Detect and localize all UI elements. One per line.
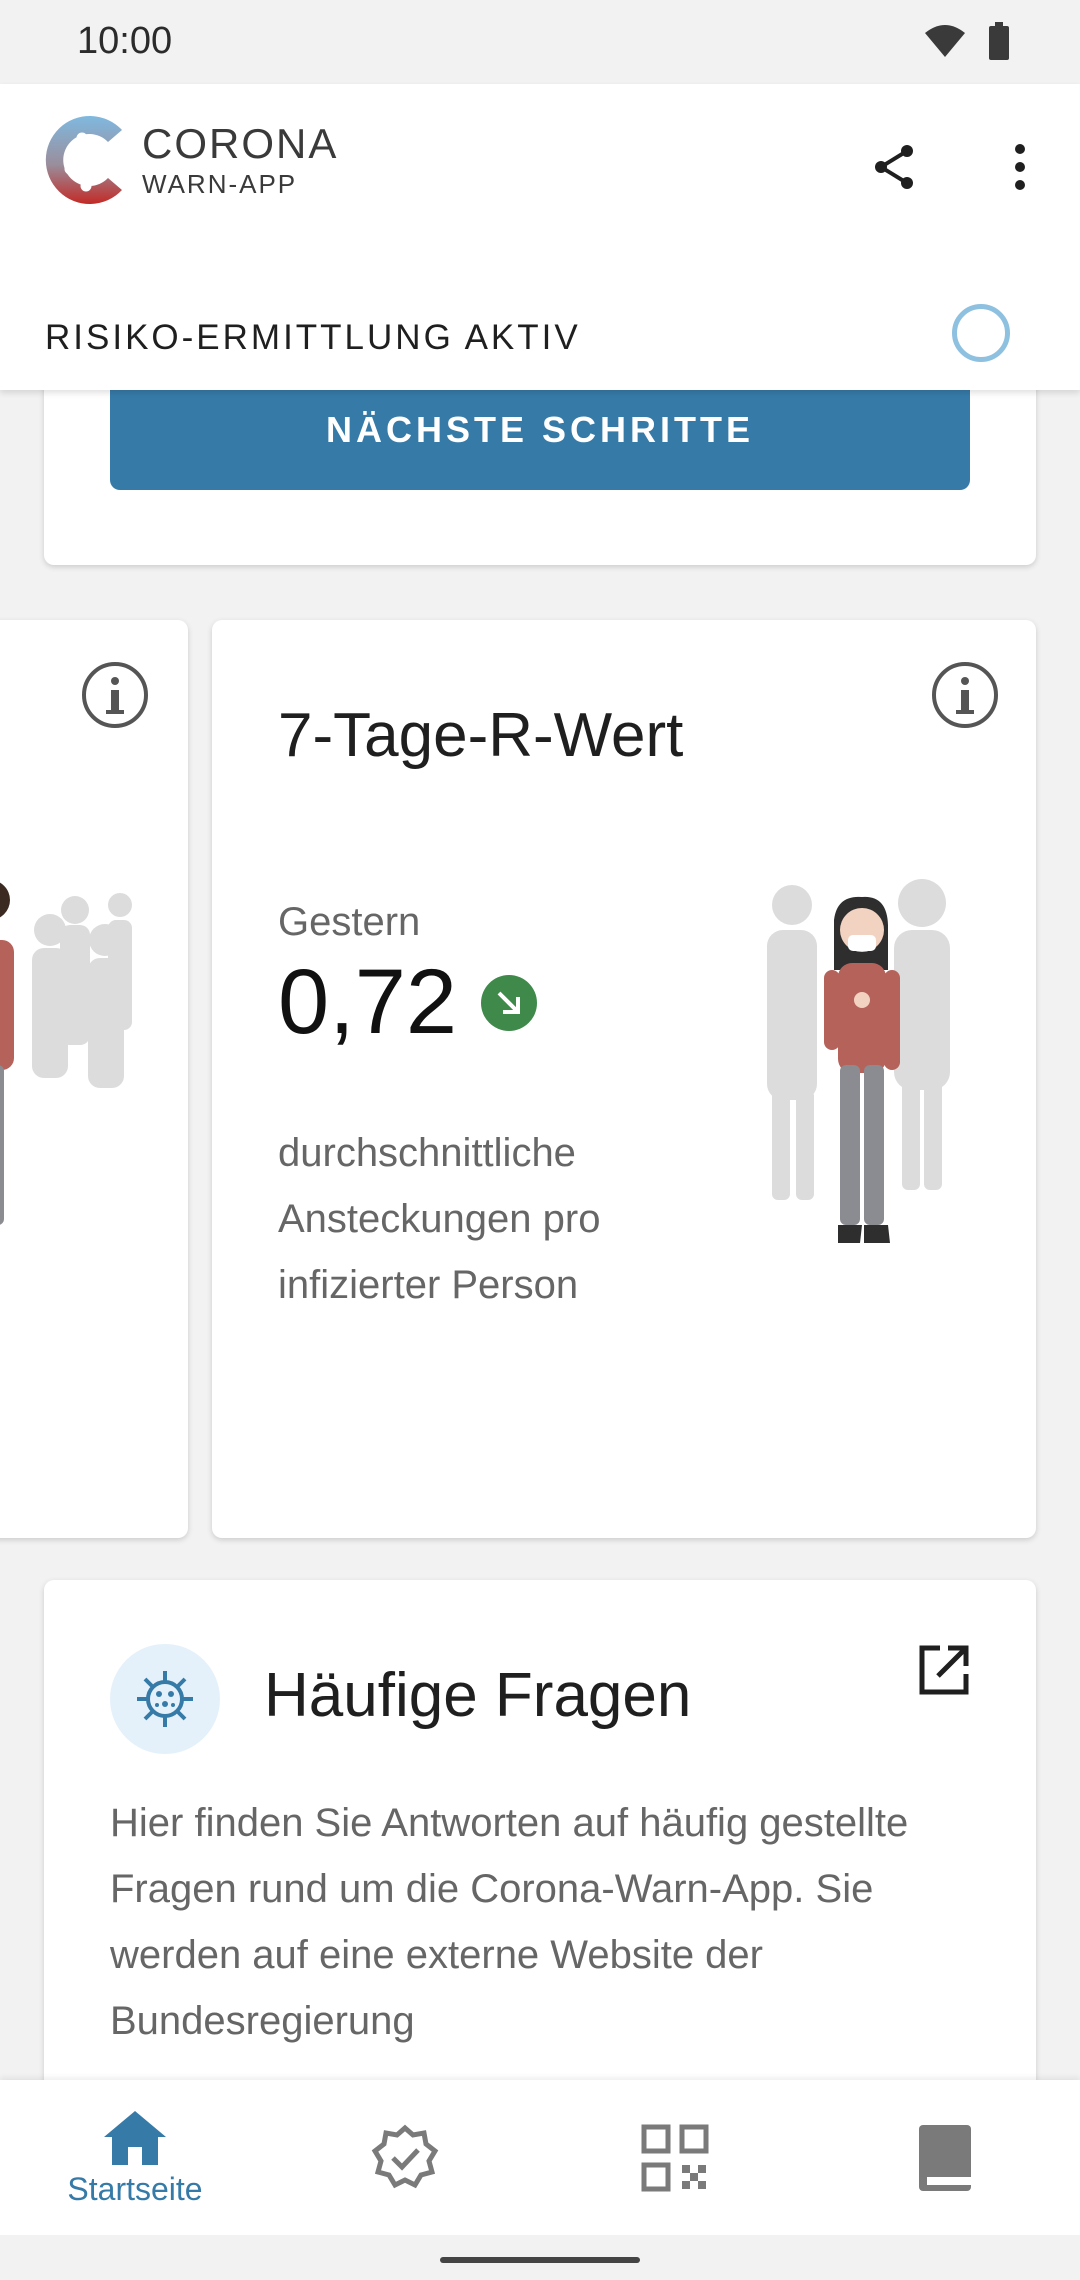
wifi-icon (925, 25, 965, 57)
faq-description: Hier finden Sie Antworten auf häufig ges… (110, 1801, 909, 2043)
r-value-description: durchschnittliche Ansteckungen pro infiz… (278, 1131, 601, 1307)
r-value-card[interactable]: 7-Tage-R-Wert Gestern 0,72 durchschnittl… (212, 620, 1036, 1538)
home-icon (104, 2111, 166, 2165)
next-steps-button[interactable]: NÄCHSTE SCHRITTE (110, 390, 970, 490)
statistics-card-previous[interactable] (0, 620, 188, 1538)
trend-down-icon (481, 974, 538, 1031)
risk-status-row[interactable]: RISIKO-ERMITTLUNG AKTIV (0, 274, 1080, 390)
system-gesture-area (0, 2235, 1080, 2280)
risk-status-label: RISIKO-ERMITTLUNG AKTIV (45, 318, 581, 357)
external-link-icon[interactable] (914, 1640, 974, 1700)
risk-progress-spinner (952, 304, 1010, 362)
virus-icon (110, 1644, 220, 1754)
faq-title: Häufige Fragen (264, 1661, 692, 1730)
info-icon[interactable] (930, 660, 1000, 730)
bottom-navigation: Startseite (0, 2080, 1080, 2235)
diary-book-icon (919, 2124, 971, 2191)
nav-item-diary[interactable] (810, 2080, 1080, 2235)
app-header: CORONA WARN-APP RISIKO-ERMITTLUNG AKTIV (0, 84, 1080, 390)
corona-logo-icon (45, 116, 122, 204)
r-value-title: 7-Tage-R-Wert (278, 701, 684, 770)
share-icon (875, 145, 913, 189)
nav-label-home: Startseite (67, 2171, 203, 2207)
nav-item-certificates[interactable] (270, 2080, 540, 2235)
status-time: 10:00 (77, 20, 173, 62)
status-icons (924, 22, 1010, 60)
woman-with-mask-illustration (767, 879, 950, 1243)
status-bar: 10:00 (0, 0, 1080, 84)
r-value-number: 0,72 (278, 951, 458, 1053)
risk-card: NÄCHSTE SCHRITTE (44, 390, 1036, 565)
share-button[interactable] (860, 132, 930, 202)
more-vertical-icon (1015, 144, 1025, 190)
app-logo: CORONA WARN-APP (42, 110, 338, 210)
logo-subtitle: WARN-APP (142, 169, 298, 199)
r-value-caption: Gestern (278, 900, 421, 944)
overflow-menu-button[interactable] (985, 132, 1055, 202)
people-illustration (0, 882, 132, 1225)
home-scroll-content[interactable]: NÄCHSTE SCHRITTE 7-Tage-R-Wert Gestern 0… (0, 390, 1080, 2080)
certificate-check-icon (371, 2124, 439, 2188)
battery-icon (989, 22, 1009, 60)
home-gesture-handle[interactable] (440, 2257, 640, 2263)
logo-title: CORONA (142, 120, 339, 167)
nav-item-scan[interactable] (540, 2080, 810, 2235)
faq-card[interactable]: Häufige Fragen Hier finden Sie Antworten… (44, 1580, 1036, 2080)
qr-code-icon (641, 2124, 709, 2191)
info-icon[interactable] (80, 660, 150, 730)
nav-item-home[interactable]: Startseite (0, 2080, 270, 2235)
